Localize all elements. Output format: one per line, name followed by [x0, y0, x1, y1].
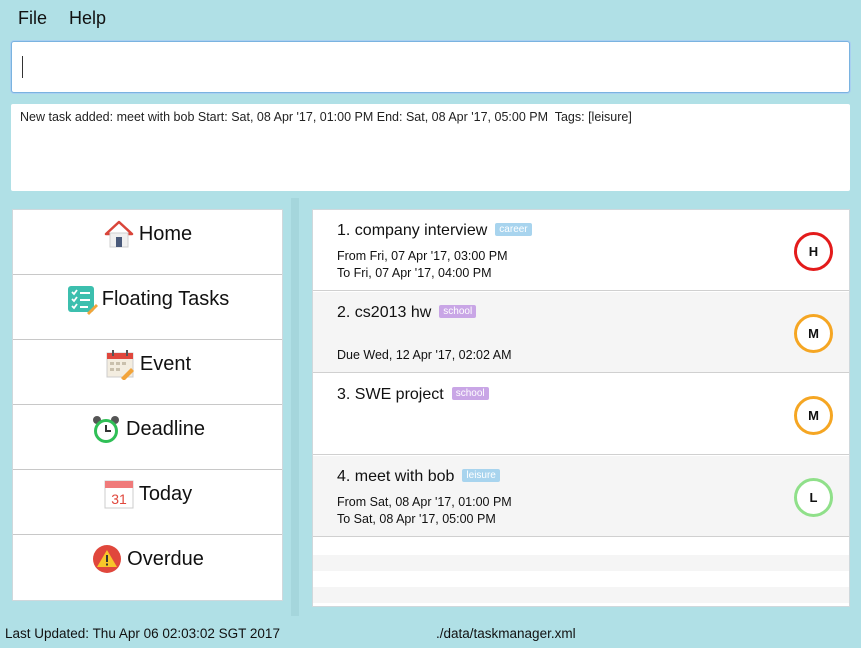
result-text: New task added: meet with bob Start: Sat… — [20, 110, 632, 124]
task-title-wrapper: 2. cs2013 hw school — [337, 304, 477, 322]
task-tag: leisure — [462, 469, 500, 482]
text-caret — [22, 56, 23, 78]
task-card[interactable]: 3. SWE project school M — [313, 374, 849, 455]
nav-label-floating-tasks: Floating Tasks — [101, 287, 230, 310]
nav-label-home: Home — [138, 222, 193, 245]
task-tag: career — [495, 223, 532, 236]
warning-icon — [93, 545, 122, 573]
save-location-text: ./data/taskmanager.xml — [436, 626, 576, 641]
priority-badge: M — [794, 396, 833, 435]
menu-file[interactable]: File — [18, 8, 47, 29]
last-updated-text: Last Updated: Thu Apr 06 02:03:02 SGT 20… — [5, 626, 280, 641]
task-tag: school — [439, 305, 477, 318]
task-title: 3. SWE project — [337, 386, 444, 403]
nav-item-home[interactable]: Home — [13, 210, 282, 275]
status-bar: Last Updated: Thu Apr 06 02:03:02 SGT 20… — [0, 616, 861, 648]
task-due: Due Wed, 12 Apr '17, 02:02 AM — [337, 348, 512, 362]
split-divider[interactable] — [291, 198, 299, 616]
menu-bar: File Help — [0, 0, 861, 36]
task-title: 4. meet with bob — [337, 468, 455, 485]
nav-item-floating-tasks[interactable]: Floating Tasks — [13, 275, 282, 340]
task-title-wrapper: 4. meet with bob leisure — [337, 468, 500, 486]
task-start: From Fri, 07 Apr '17, 03:00 PM — [337, 249, 508, 263]
task-list: 1. company interview career From Fri, 07 … — [312, 209, 850, 607]
nav-label-event: Event — [139, 352, 192, 375]
task-end: To Fri, 07 Apr '17, 04:00 PM — [337, 266, 492, 280]
checklist-icon — [67, 286, 98, 315]
priority-badge: M — [794, 314, 833, 353]
task-title: 1. company interview — [337, 222, 488, 239]
task-tag: school — [451, 387, 489, 400]
nav-label-overdue: Overdue — [127, 547, 204, 570]
nav-label-today: Today — [138, 482, 193, 505]
task-card[interactable]: 2. cs2013 hw school Due Wed, 12 Apr '17, … — [313, 292, 849, 373]
alarm-clock-icon — [93, 416, 120, 443]
svg-text:31: 31 — [111, 491, 127, 507]
empty-row — [313, 555, 849, 571]
task-title-wrapper: 3. SWE project school — [337, 386, 489, 404]
calendar-31-icon: 31 — [104, 480, 134, 509]
nav-item-deadline[interactable]: Deadline — [13, 405, 282, 470]
task-title-wrapper: 1. company interview career — [337, 222, 532, 240]
priority-badge: H — [794, 232, 833, 271]
task-start: From Sat, 08 Apr '17, 01:00 PM — [337, 495, 512, 509]
empty-row — [313, 587, 849, 603]
home-icon — [104, 220, 134, 248]
nav-label-deadline: Deadline — [126, 417, 205, 440]
task-card[interactable]: 1. company interview career From Fri, 07 … — [313, 210, 849, 291]
nav-item-overdue[interactable]: Overdue — [13, 535, 282, 599]
task-card[interactable]: 4. meet with bob leisure From Sat, 08 Apr… — [313, 456, 849, 537]
nav-item-event[interactable]: Event — [13, 340, 282, 405]
command-input[interactable] — [11, 41, 850, 93]
task-end: To Sat, 08 Apr '17, 05:00 PM — [337, 512, 496, 526]
menu-help[interactable]: Help — [69, 8, 106, 29]
priority-badge: L — [794, 478, 833, 517]
calendar-pencil-icon — [106, 350, 134, 380]
result-display: New task added: meet with bob Start: Sat… — [11, 104, 850, 191]
nav-item-today[interactable]: 31 Today — [13, 470, 282, 535]
nav-panel: Home Floating Tasks Event Deadline 31 To… — [12, 209, 283, 601]
task-title: 2. cs2013 hw — [337, 304, 432, 321]
